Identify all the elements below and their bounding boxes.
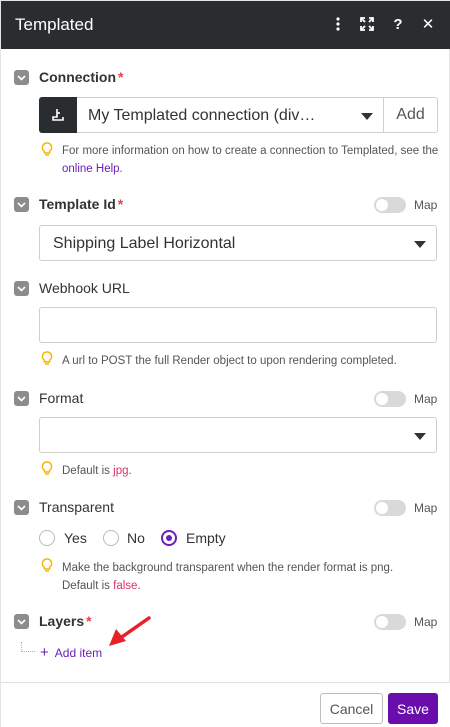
chevron-down-icon — [361, 113, 373, 120]
radio-no-label[interactable]: No — [127, 530, 145, 546]
format-hint: Default is jpg. — [62, 465, 132, 477]
template-id-selected-value: Shipping Label Horizontal — [53, 235, 236, 252]
lightbulb-icon — [41, 142, 53, 156]
layers-map-toggle[interactable] — [374, 614, 406, 630]
format-select[interactable] — [39, 417, 437, 453]
webhook-url-label: Webhook URL — [39, 280, 130, 296]
collapse-transparent-chevron-icon[interactable] — [14, 500, 29, 515]
collapse-format-chevron-icon[interactable] — [14, 391, 29, 406]
more-options-icon[interactable] — [327, 13, 349, 35]
radio-no[interactable] — [103, 530, 119, 546]
add-item-button[interactable]: + Add item — [40, 644, 102, 661]
radio-empty[interactable] — [161, 530, 177, 546]
lightbulb-icon — [41, 558, 53, 572]
connection-select[interactable]: My Templated connection (div… — [77, 97, 383, 133]
lightbulb-icon — [41, 351, 53, 365]
panel-header: Templated ? ✕ — [1, 1, 450, 49]
expand-icon[interactable] — [356, 13, 378, 35]
format-map-toggle[interactable] — [374, 391, 406, 407]
cancel-button[interactable]: Cancel — [320, 693, 383, 724]
chevron-down-icon — [414, 433, 426, 440]
lightbulb-icon — [41, 461, 53, 475]
format-default-value: jpg — [113, 465, 129, 477]
format-map-label: Map — [414, 392, 438, 406]
connection-selected-value: My Templated connection (div… — [88, 107, 316, 124]
template-id-label: Template Id * — [39, 196, 124, 212]
radio-yes[interactable] — [39, 530, 55, 546]
transparent-hint: Make the background transparent when the… — [62, 562, 394, 592]
add-connection-button[interactable]: Add — [383, 97, 438, 133]
radio-yes-label[interactable]: Yes — [64, 530, 87, 546]
save-button[interactable]: Save — [388, 693, 438, 724]
help-icon[interactable]: ? — [387, 13, 409, 35]
webhook-hint: A url to POST the full Render object to … — [62, 355, 397, 367]
transparent-label: Transparent — [39, 499, 114, 515]
transparent-map-label: Map — [414, 501, 438, 515]
required-mark: * — [117, 196, 124, 212]
format-label: Format — [39, 390, 84, 406]
chevron-down-icon — [414, 241, 426, 248]
collapse-template-id-chevron-icon[interactable] — [14, 197, 29, 212]
collapse-layers-chevron-icon[interactable] — [14, 614, 29, 629]
module-settings-panel: Templated ? ✕ Connection * My Templated c… — [0, 0, 450, 727]
layers-map-label: Map — [414, 615, 438, 629]
required-mark: * — [86, 613, 92, 629]
templated-app-icon — [39, 97, 77, 133]
collapse-webhook-chevron-icon[interactable] — [14, 281, 29, 296]
connection-hint: For more information on how to create a … — [62, 145, 439, 175]
layers-label: Layers * — [39, 613, 92, 629]
required-mark: * — [118, 69, 124, 85]
tree-connector — [21, 642, 35, 652]
transparent-default-value: false — [113, 580, 138, 592]
webhook-url-input[interactable] — [39, 307, 437, 343]
collapse-connection-chevron-icon[interactable] — [14, 70, 29, 85]
close-icon[interactable]: ✕ — [417, 13, 439, 35]
annotation-arrow-icon — [109, 616, 151, 646]
template-id-map-label: Map — [414, 198, 438, 212]
radio-empty-label[interactable]: Empty — [186, 530, 226, 546]
transparent-map-toggle[interactable] — [374, 500, 406, 516]
online-help-link[interactable]: online Help — [62, 163, 120, 175]
plus-icon: + — [40, 644, 49, 661]
template-id-map-toggle[interactable] — [374, 197, 406, 213]
connection-label: Connection * — [39, 69, 124, 85]
panel-title: Templated — [15, 15, 94, 34]
template-id-select[interactable]: Shipping Label Horizontal — [39, 225, 437, 261]
